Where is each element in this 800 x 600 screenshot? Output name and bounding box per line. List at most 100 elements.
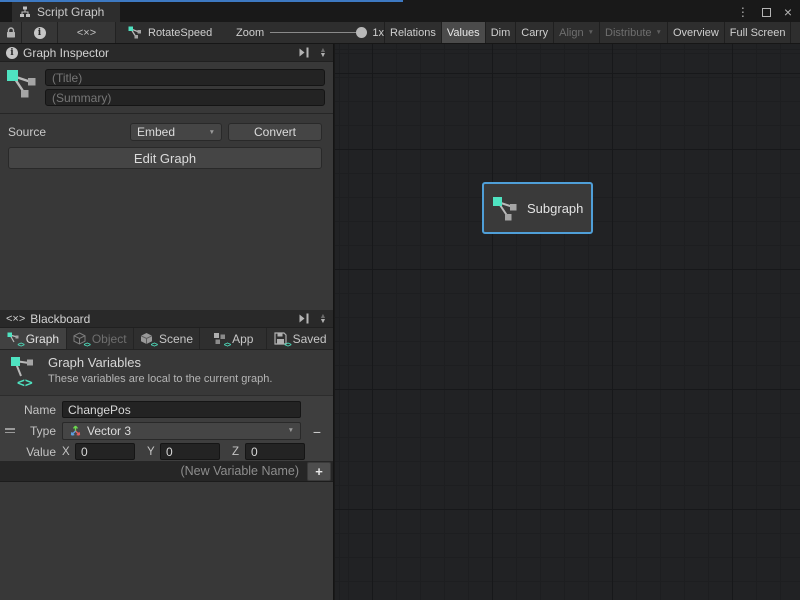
variable-type-value: Vector 3 bbox=[87, 424, 131, 438]
kebab-menu-icon[interactable]: ⋮ bbox=[737, 5, 749, 19]
maximize-icon[interactable] bbox=[762, 8, 771, 17]
inspector-toggle-button[interactable]: i bbox=[22, 22, 58, 43]
node-title: Subgraph bbox=[527, 201, 583, 216]
titlebar-controls: ⋮ × bbox=[737, 2, 792, 22]
scroll-arrows[interactable]: ▲ ▼ bbox=[316, 48, 330, 58]
new-variable-input[interactable] bbox=[0, 462, 307, 481]
breadcrumb-label: RotateSpeed bbox=[148, 27, 212, 39]
toolbar-buttons: Relations Values Dim Carry Align ▼ Distr… bbox=[384, 22, 800, 43]
graph-variables-title: Graph Variables bbox=[48, 355, 141, 370]
axis-y-input[interactable] bbox=[160, 443, 220, 460]
app-blocks-icon: <> bbox=[213, 332, 228, 346]
svg-text:<>: <> bbox=[17, 376, 33, 390]
caret-down-icon: ▼ bbox=[656, 29, 662, 36]
zoom-slider-handle[interactable] bbox=[356, 27, 367, 38]
axis-y-group: Y bbox=[147, 443, 220, 460]
add-variable-button[interactable]: + bbox=[307, 462, 331, 481]
convert-button[interactable]: Convert bbox=[228, 123, 322, 141]
floppy-disk-icon: <> bbox=[274, 332, 289, 346]
dock-icon[interactable] bbox=[298, 313, 311, 324]
zoom-label: Zoom bbox=[236, 27, 264, 39]
name-label: Name bbox=[6, 403, 56, 417]
summary-input[interactable] bbox=[45, 89, 325, 106]
cube-icon: <> bbox=[73, 332, 88, 346]
graph-icon bbox=[492, 196, 518, 221]
source-label: Source bbox=[8, 125, 46, 139]
close-icon[interactable]: × bbox=[784, 5, 792, 19]
axis-z-input[interactable] bbox=[245, 443, 305, 460]
values-button[interactable]: Values bbox=[442, 22, 486, 43]
source-select-value: Embed bbox=[137, 125, 175, 139]
divider bbox=[0, 113, 333, 114]
caret-down-icon: ▼ bbox=[588, 29, 594, 36]
scroll-arrows[interactable]: ▲ ▼ bbox=[316, 314, 330, 324]
axis-x-group: X bbox=[62, 443, 135, 460]
lock-button[interactable] bbox=[0, 22, 22, 43]
graph-canvas[interactable]: Subgraph bbox=[335, 44, 800, 600]
edit-graph-button[interactable]: Edit Graph bbox=[8, 147, 322, 169]
graph-variables-icon: <> bbox=[10, 356, 36, 390]
graph-inspector-header: i Graph Inspector ▲ ▼ bbox=[0, 44, 333, 62]
variable-value-row: Value X Y Z bbox=[6, 442, 301, 461]
blackboard-header: <×> Blackboard ▲ ▼ bbox=[0, 310, 333, 328]
dock-icon[interactable] bbox=[298, 47, 311, 58]
remove-variable-button[interactable]: − bbox=[308, 423, 326, 441]
relations-button[interactable]: Relations bbox=[385, 22, 442, 43]
graph-variables-subtitle: These variables are local to the current… bbox=[48, 373, 272, 385]
breadcrumb[interactable]: RotateSpeed bbox=[116, 22, 236, 43]
graph-inspector-title: Graph Inspector bbox=[23, 46, 109, 60]
graph-variables-section: <> Graph Variables These variables are l… bbox=[0, 350, 333, 396]
vector3-icon bbox=[69, 424, 82, 437]
hierarchy-icon bbox=[19, 6, 31, 18]
side-panel: i Graph Inspector ▲ ▼ bbox=[0, 44, 334, 600]
blackboard-title: Blackboard bbox=[30, 312, 90, 326]
variable-row: Name Type Vector 3 ▼ bbox=[0, 396, 333, 461]
align-button: Align ▼ bbox=[554, 22, 600, 43]
variable-name-row: Name bbox=[6, 400, 301, 419]
scroll-down-icon[interactable]: ▼ bbox=[320, 53, 327, 58]
overview-button[interactable]: Overview bbox=[668, 22, 725, 43]
axis-z-group: Z bbox=[232, 443, 305, 460]
axis-x-input[interactable] bbox=[75, 443, 135, 460]
info-icon: i bbox=[6, 47, 18, 59]
variable-type-row: Type Vector 3 ▼ bbox=[6, 421, 301, 440]
distribute-button: Distribute ▼ bbox=[600, 22, 668, 43]
zoom-slider[interactable] bbox=[270, 32, 366, 33]
scene-icon: <> bbox=[140, 332, 155, 346]
graph-icon: <> bbox=[7, 332, 22, 346]
scroll-down-icon[interactable]: ▼ bbox=[320, 319, 327, 324]
fullscreen-button[interactable]: Full Screen bbox=[725, 22, 792, 43]
script-graph-window: Script Graph ⋮ × i <×> bbox=[0, 0, 800, 600]
graph-toolbar: i <×> RotateSpeed Zoom 1x bbox=[0, 22, 800, 44]
zoom-control: Zoom 1x bbox=[236, 22, 384, 43]
tab-graph[interactable]: <> Graph bbox=[0, 328, 67, 349]
dim-button[interactable]: Dim bbox=[486, 22, 517, 43]
tab-object: <> Object bbox=[67, 328, 134, 349]
title-input[interactable] bbox=[45, 69, 325, 86]
carry-button[interactable]: Carry bbox=[516, 22, 554, 43]
variable-name-input[interactable] bbox=[62, 401, 301, 418]
drag-handle-icon[interactable] bbox=[5, 426, 15, 435]
code-icon: <×> bbox=[77, 27, 96, 39]
blackboard-tabs: <> Graph <> Object bbox=[0, 328, 333, 350]
blackboard-toggle-button[interactable]: <×> bbox=[58, 22, 116, 43]
caret-down-icon: ▼ bbox=[288, 427, 294, 434]
tab-saved[interactable]: <> Saved bbox=[267, 328, 333, 349]
tab-script-graph[interactable]: Script Graph bbox=[12, 2, 120, 22]
variable-type-select[interactable]: Vector 3 ▼ bbox=[62, 422, 301, 440]
graph-icon bbox=[128, 26, 142, 39]
value-label: Value bbox=[6, 445, 56, 459]
new-variable-row: + bbox=[0, 461, 333, 482]
subgraph-node[interactable]: Subgraph bbox=[482, 182, 593, 234]
source-select[interactable]: Embed ▼ bbox=[130, 123, 222, 141]
info-icon: i bbox=[34, 27, 46, 39]
tab-scene[interactable]: <> Scene bbox=[134, 328, 201, 349]
zoom-value: 1x bbox=[372, 27, 384, 39]
code-icon: <×> bbox=[6, 313, 25, 325]
graph-icon-large bbox=[6, 69, 38, 99]
caret-down-icon: ▼ bbox=[209, 129, 215, 136]
lock-icon bbox=[5, 27, 17, 39]
tab-title: Script Graph bbox=[37, 5, 104, 19]
tab-app[interactable]: <> App bbox=[200, 328, 267, 349]
tab-strip: Script Graph ⋮ × bbox=[0, 2, 800, 22]
